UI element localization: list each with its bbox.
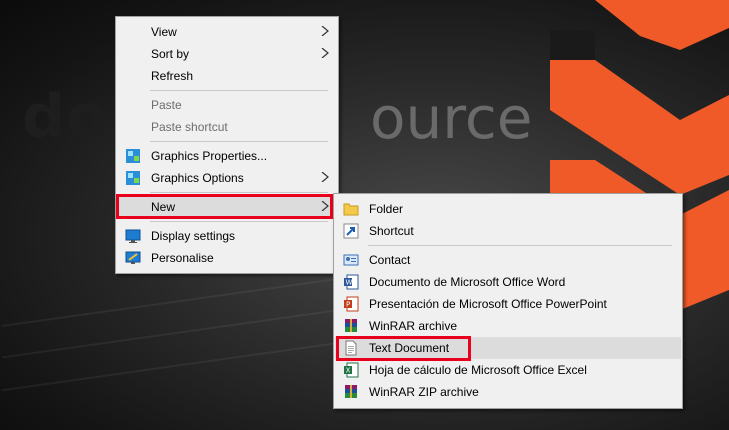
submenu-item-contact[interactable]: Contact bbox=[335, 249, 681, 271]
wallpaper-logo-left: do bbox=[22, 82, 109, 152]
submenu-item-powerpoint-presentation[interactable]: P Presentación de Microsoft Office Power… bbox=[335, 293, 681, 315]
highlight-box-new bbox=[116, 194, 333, 219]
wallpaper-logo-right: ource bbox=[370, 84, 533, 152]
submenu-item-winrar-archive[interactable]: WinRAR archive bbox=[335, 315, 681, 337]
highlight-box-text-document bbox=[336, 336, 471, 361]
submenu-item-word-document[interactable]: W Documento de Microsoft Office Word bbox=[335, 271, 681, 293]
submenu-item-label: Documento de Microsoft Office Word bbox=[369, 275, 566, 289]
menu-item-label: Refresh bbox=[151, 69, 194, 83]
submenu-item-label: Folder bbox=[369, 202, 404, 216]
menu-separator bbox=[150, 192, 328, 193]
winrar-zip-icon bbox=[345, 385, 357, 398]
desktop-context-menu: View Sort by Refresh Paste Paste shortcu… bbox=[115, 16, 339, 274]
svg-text:P: P bbox=[346, 301, 350, 309]
shortcut-icon bbox=[343, 223, 359, 239]
menu-item-label: Paste bbox=[151, 98, 182, 112]
chevron-right-icon bbox=[321, 26, 329, 36]
winrar-icon bbox=[345, 319, 357, 332]
submenu-item-label: Presentación de Microsoft Office PowerPo… bbox=[369, 297, 607, 311]
chevron-right-icon bbox=[321, 172, 329, 182]
menu-item-label: Graphics Options bbox=[151, 171, 244, 185]
submenu-item-label: WinRAR archive bbox=[369, 319, 458, 333]
wallpaper-streak bbox=[1, 303, 379, 359]
svg-text:W: W bbox=[346, 279, 353, 287]
menu-item-label: Paste shortcut bbox=[151, 120, 228, 134]
menu-item-paste[interactable]: Paste bbox=[117, 94, 337, 116]
menu-item-paste-shortcut[interactable]: Paste shortcut bbox=[117, 116, 337, 138]
folder-icon bbox=[343, 203, 359, 216]
menu-separator bbox=[368, 245, 672, 246]
powerpoint-icon: P bbox=[344, 296, 359, 312]
menu-item-label: Personalise bbox=[151, 251, 214, 265]
submenu-item-winrar-zip-archive[interactable]: WinRAR ZIP archive bbox=[335, 381, 681, 403]
menu-item-display-settings[interactable]: Display settings bbox=[117, 225, 337, 247]
submenu-item-folder[interactable]: Folder bbox=[335, 198, 681, 220]
menu-item-label: Display settings bbox=[151, 229, 236, 243]
menu-separator bbox=[150, 90, 328, 91]
personalise-icon bbox=[125, 251, 141, 264]
word-icon: W bbox=[344, 274, 359, 290]
excel-icon: X bbox=[344, 362, 359, 378]
menu-item-personalise[interactable]: Personalise bbox=[117, 247, 337, 269]
submenu-item-label: Hoja de cálculo de Microsoft Office Exce… bbox=[369, 363, 587, 377]
intel-graphics-icon bbox=[126, 149, 140, 163]
menu-item-view[interactable]: View bbox=[117, 21, 337, 43]
submenu-item-label: WinRAR ZIP archive bbox=[369, 385, 479, 399]
submenu-item-label: Contact bbox=[369, 253, 411, 267]
menu-item-label: Sort by bbox=[151, 47, 190, 61]
menu-item-graphics-properties[interactable]: Graphics Properties... bbox=[117, 145, 337, 167]
submenu-item-excel-spreadsheet[interactable]: X Hoja de cálculo de Microsoft Office Ex… bbox=[335, 359, 681, 381]
display-icon bbox=[125, 229, 141, 243]
svg-text:X: X bbox=[346, 367, 351, 375]
menu-separator bbox=[150, 141, 328, 142]
menu-item-refresh[interactable]: Refresh bbox=[117, 65, 337, 87]
intel-graphics-icon bbox=[126, 171, 140, 185]
chevron-right-icon bbox=[321, 48, 329, 58]
wallpaper-streak bbox=[1, 274, 359, 328]
menu-separator bbox=[150, 221, 328, 222]
submenu-item-shortcut[interactable]: Shortcut bbox=[335, 220, 681, 242]
submenu-item-label: Shortcut bbox=[369, 224, 414, 238]
contact-icon bbox=[343, 254, 359, 266]
menu-item-graphics-options[interactable]: Graphics Options bbox=[117, 167, 337, 189]
menu-item-label: View bbox=[151, 25, 177, 39]
new-submenu: Folder Shortcut Contact W Documento de M… bbox=[333, 193, 683, 409]
menu-item-sort-by[interactable]: Sort by bbox=[117, 43, 337, 65]
menu-item-label: Graphics Properties... bbox=[151, 149, 268, 163]
